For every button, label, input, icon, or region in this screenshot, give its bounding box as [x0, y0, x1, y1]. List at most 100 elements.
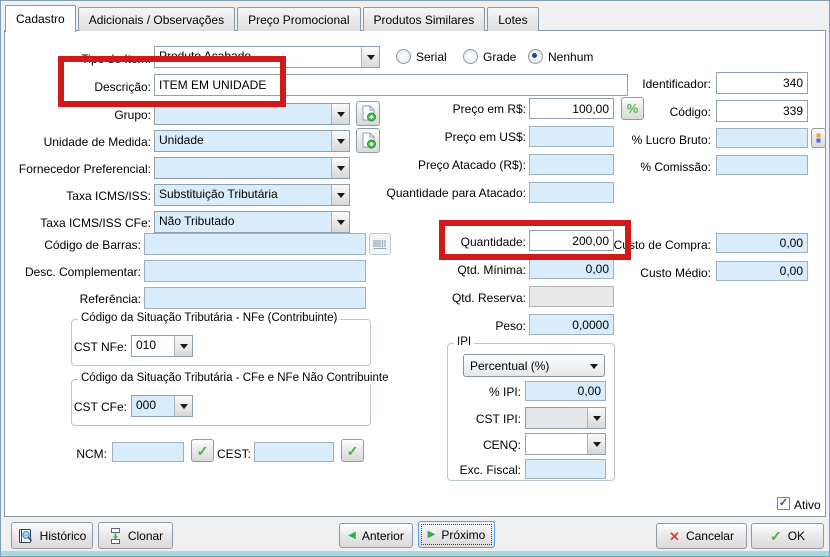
chevron-down-icon[interactable] — [174, 336, 192, 356]
fornecedor-dropdown[interactable] — [154, 157, 350, 179]
ncm-input[interactable] — [112, 442, 184, 462]
exc-fiscal-label: Exc. Fiscal: — [447, 463, 521, 477]
taxa-icms-label: Taxa ICMS/ISS: — [11, 189, 151, 203]
tab-adicionais-observacoes[interactable]: Adicionais / Observações — [78, 7, 235, 31]
arrow-right-icon: ▶ — [428, 529, 436, 540]
clonar-button-label: Clonar — [128, 529, 163, 543]
add-unidade-button[interactable] — [356, 128, 380, 153]
ipi-percent-input[interactable] — [525, 381, 606, 401]
chevron-down-icon[interactable] — [361, 47, 379, 67]
custo-compra-input[interactable] — [716, 233, 808, 253]
fornecedor-label: Fornecedor Preferencial: — [11, 162, 151, 176]
cst-ipi-label: CST IPI: — [447, 412, 521, 426]
peso-label: Peso: — [386, 319, 526, 333]
validate-ncm-button[interactable]: ✓ — [191, 439, 214, 462]
codigo-barras-input[interactable] — [144, 233, 366, 255]
descricao-input[interactable] — [154, 74, 628, 96]
cst-nfe-group-title: Código da Situação Tributária - NFe (Con… — [78, 312, 340, 324]
check-icon: ✓ — [347, 444, 359, 458]
chevron-down-icon[interactable] — [331, 158, 349, 178]
lucro-bruto-calc-button[interactable] — [811, 128, 826, 148]
ipi-tipo-combobox[interactable]: Percentual (%) — [463, 354, 605, 377]
unidade-medida-value: Unidade — [155, 131, 331, 151]
lucro-bruto-input[interactable] — [716, 128, 808, 148]
tipo-item-dropdown[interactable]: Produto Acabado — [154, 46, 380, 68]
peso-input[interactable] — [529, 314, 614, 335]
cancelar-button[interactable]: ✕ Cancelar — [656, 523, 747, 549]
custo-compra-label: Custo de Compra: — [601, 238, 711, 252]
radio-nenhum-label: Nenhum — [548, 50, 593, 64]
radio-grade[interactable]: Grade — [463, 49, 516, 64]
new-document-plus-icon — [361, 105, 376, 122]
add-grupo-button[interactable] — [356, 101, 380, 126]
grupo-value — [155, 104, 331, 124]
preco-rs-label: Preço em R$: — [386, 102, 526, 116]
fornecedor-value — [155, 158, 331, 178]
ok-button[interactable]: ✓ OK — [751, 523, 824, 549]
cst-cfe-group-title: Código da Situação Tributária - CFe e NF… — [78, 372, 391, 384]
tab-cadastro[interactable]: Cadastro — [5, 5, 76, 32]
identificador-input[interactable] — [716, 72, 808, 94]
ipi-percent-label: % IPI: — [447, 385, 521, 399]
tab-produtos-similares[interactable]: Produtos Similares — [363, 7, 486, 31]
anterior-button[interactable]: ◀ Anterior — [339, 523, 413, 548]
validate-cest-button[interactable]: ✓ — [341, 439, 364, 462]
exc-fiscal-input[interactable] — [525, 459, 606, 479]
descricao-label: Descrição: — [11, 80, 151, 94]
lucro-bruto-label: % Lucro Bruto: — [601, 133, 711, 147]
cest-input[interactable] — [254, 442, 334, 462]
grupo-dropdown[interactable] — [154, 103, 350, 125]
historico-button[interactable]: Histórico — [11, 522, 93, 549]
ativo-label: Ativo — [794, 498, 828, 512]
cenq-value — [526, 434, 587, 454]
desc-complementar-input[interactable] — [144, 260, 366, 282]
check-icon: ✓ — [197, 444, 209, 458]
referencia-label: Referência: — [6, 292, 141, 306]
arrow-left-icon: ◀ — [348, 530, 356, 541]
clonar-button[interactable]: Clonar — [98, 522, 173, 549]
chevron-down-icon[interactable] — [331, 185, 349, 205]
cst-cfe-value: 000 — [132, 396, 174, 416]
tab-preco-promocional[interactable]: Preço Promocional — [237, 7, 360, 31]
cst-nfe-dropdown[interactable]: 010 — [131, 335, 193, 357]
cst-ipi-dropdown[interactable] — [525, 407, 606, 429]
historico-button-label: Histórico — [40, 529, 87, 543]
cst-cfe-label: CST CFe: — [39, 400, 127, 414]
qtd-atacado-input[interactable] — [529, 182, 614, 203]
ipi-group-title: IPI — [454, 336, 474, 348]
unidade-medida-dropdown[interactable]: Unidade — [154, 130, 350, 152]
cst-nfe-value: 010 — [132, 336, 174, 356]
tipo-item-value: Produto Acabado — [155, 47, 361, 67]
radio-nenhum[interactable]: Nenhum — [528, 49, 593, 64]
taxa-icms-cfe-label: Taxa ICMS/ISS CFe: — [11, 216, 151, 230]
tab-lotes[interactable]: Lotes — [487, 7, 538, 31]
cenq-dropdown[interactable] — [525, 433, 606, 455]
tipo-item-label: Tipo de Item: — [11, 52, 151, 66]
cst-cfe-dropdown[interactable]: 000 — [131, 395, 193, 417]
ipi-tipo-value: Percentual (%) — [464, 357, 590, 375]
ativo-checkbox[interactable]: ✓ — [777, 497, 790, 510]
qtd-reserva-label: Qtd. Reserva: — [386, 291, 526, 305]
calculator-mini-icon — [816, 133, 821, 143]
desc-complementar-label: Desc. Complementar: — [6, 265, 141, 279]
chevron-down-icon[interactable] — [587, 434, 605, 454]
chevron-down-icon[interactable] — [587, 408, 605, 428]
quantidade-label: Quantidade: — [386, 235, 526, 249]
ok-button-label: OK — [788, 529, 805, 543]
chevron-down-icon[interactable] — [331, 131, 349, 151]
proximo-button[interactable]: ▶ Próximo — [418, 521, 495, 548]
radio-serial[interactable]: Serial — [396, 49, 447, 64]
referencia-input[interactable] — [144, 287, 366, 309]
codigo-input[interactable] — [716, 100, 808, 122]
qtd-reserva-input — [529, 286, 614, 307]
chevron-down-icon[interactable] — [331, 104, 349, 124]
comissao-input[interactable] — [716, 155, 808, 175]
taxa-icms-cfe-dropdown[interactable]: Não Tributado — [154, 211, 350, 233]
codigo-label: Código: — [601, 105, 711, 119]
chevron-down-icon[interactable] — [174, 396, 192, 416]
taxa-icms-dropdown[interactable]: Substituição Tributária — [154, 184, 350, 206]
preco-atacado-label: Preço Atacado (R$): — [386, 158, 526, 172]
grupo-label: Grupo: — [11, 108, 151, 122]
chevron-down-icon[interactable] — [331, 212, 349, 232]
custo-medio-input[interactable] — [716, 261, 808, 281]
